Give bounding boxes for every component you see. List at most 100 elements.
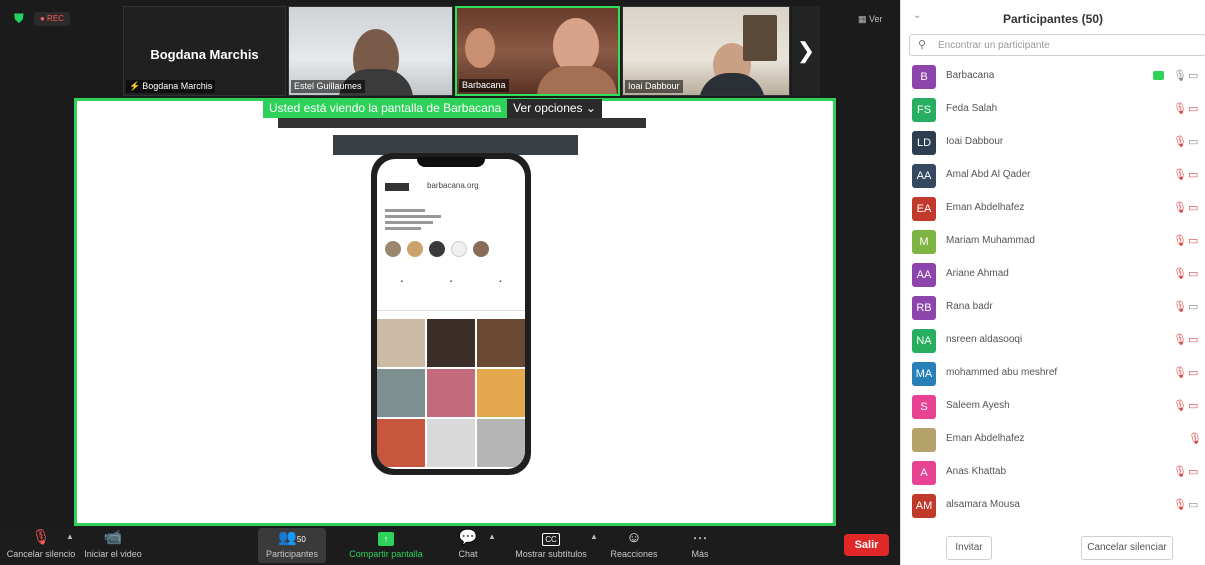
video-tile-bogdana[interactable]: Bogdana Marchis ⚡ Bogdana Marchis <box>123 6 286 96</box>
muted-mic-icon[interactable]: 🎙 <box>1173 201 1187 214</box>
muted-mic-icon: ⚡ <box>129 81 141 91</box>
view-options-button[interactable]: Ver opciones ⌄ <box>507 99 602 118</box>
participant-row[interactable]: B Barbacana 🎙 ▭ <box>901 60 1205 93</box>
tile-label: Ioai Dabbour <box>625 80 683 93</box>
muted-mic-icon[interactable]: 🎙 <box>1173 300 1187 313</box>
recording-badge: ● REC <box>34 12 70 26</box>
participant-name: mohammed abu meshref <box>946 367 1058 378</box>
video-off-icon[interactable]: ▭ <box>1188 333 1198 346</box>
start-video-button[interactable]: 📹 Iniciar el video <box>80 528 146 563</box>
participant-name: Feda Salah <box>946 103 998 114</box>
invite-button[interactable]: Invitar <box>946 536 992 560</box>
banner-strip <box>278 118 646 128</box>
participant-video <box>465 28 495 68</box>
speaker-name: Bogdana Marchis <box>150 47 259 62</box>
post-thumbnail <box>377 319 425 367</box>
share-screen-button[interactable]: ↑ Compartir pantalla <box>340 528 432 563</box>
post-thumbnail <box>427 319 475 367</box>
profile-stats: ▪ ▪ ▪ <box>400 279 502 285</box>
cc-icon: CC <box>506 528 596 548</box>
participant-row[interactable]: AA Ariane Ahmad 🎙 ▭ <box>901 258 1205 291</box>
video-off-icon[interactable]: ▭ <box>1188 267 1198 280</box>
participant-name: Amal Abd Al Qader <box>946 169 1031 180</box>
video-off-icon[interactable]: ▭ <box>1188 399 1198 412</box>
post-thumbnail <box>477 369 525 417</box>
muted-mic-icon[interactable]: 🎙 <box>1173 498 1187 511</box>
participant-row[interactable]: S Saleem Ayesh 🎙 ▭ <box>901 390 1205 423</box>
video-tile-estel[interactable]: Estel Guillaumes <box>288 6 453 96</box>
chevron-up-icon[interactable]: ▲ <box>590 532 598 541</box>
participant-row[interactable]: A Anas Khattab 🎙 ▭ <box>901 456 1205 489</box>
people-icon: 👥50 <box>278 529 306 546</box>
muted-mic-icon[interactable]: 🎙 <box>1173 102 1187 115</box>
muted-mic-icon[interactable]: 🎙 <box>1173 399 1187 412</box>
post-thumbnail <box>377 369 425 417</box>
unmute-all-button[interactable]: Cancelar silenciar <box>1081 536 1173 560</box>
participant-row[interactable]: EA Eman Abdelhafez 🎙 ▭ <box>901 192 1205 225</box>
participant-row[interactable]: MA mohammed abu meshref 🎙 ▭ <box>901 357 1205 390</box>
participant-name: Barbacana <box>946 70 995 81</box>
participant-name: Ioai Dabbour <box>946 136 1004 147</box>
muted-mic-icon[interactable]: 🎙 <box>1173 465 1187 478</box>
story-highlight <box>429 241 445 257</box>
zoom-meeting-window: ⛊ ● REC Bogdana Marchis ⚡ Bogdana Marchis… <box>0 0 1205 565</box>
participant-row[interactable]: RB Rana badr 🎙 ▭ <box>901 291 1205 324</box>
video-off-icon[interactable]: ▭ <box>1188 465 1198 478</box>
video-icon[interactable]: ▭ <box>1188 135 1198 148</box>
chevron-up-icon[interactable]: ▲ <box>488 532 496 541</box>
post-thumbnail <box>477 319 525 367</box>
participant-row[interactable]: M Mariam Muhammad 🎙 ▭ <box>901 225 1205 258</box>
video-off-icon[interactable]: ▭ <box>1188 168 1198 181</box>
muted-mic-icon[interactable]: 🎙 <box>1173 168 1187 181</box>
participant-name: alsamara Mousa <box>946 499 1020 510</box>
participant-row[interactable]: AA Amal Abd Al Qader 🎙 ▭ <box>901 159 1205 192</box>
video-tile-barbacana[interactable]: Barbacana <box>455 6 620 96</box>
video-icon[interactable]: ▭ <box>1188 498 1198 511</box>
participant-row[interactable]: FS Feda Salah 🎙 ▭ <box>901 93 1205 126</box>
story-highlight <box>473 241 489 257</box>
video-off-icon[interactable]: ▭ <box>1188 201 1198 214</box>
chat-button[interactable]: 💬 Chat <box>448 528 488 563</box>
muted-mic-icon[interactable]: 🎙 <box>1173 135 1187 148</box>
bio-line <box>385 221 433 224</box>
participants-button[interactable]: 👥50 Participantes <box>258 528 326 563</box>
muted-mic-icon[interactable]: 🎙 <box>1173 234 1187 247</box>
participant-row[interactable]: Eman Abdelhafez 🎙 <box>901 423 1205 456</box>
shield-icon[interactable]: ⛊ <box>14 12 28 26</box>
avatar: AA <box>912 263 936 287</box>
more-button[interactable]: ··· Más <box>682 528 718 563</box>
participant-search[interactable]: ⚲ Encontrar un participante <box>909 34 1205 56</box>
tile-label: Barbacana <box>459 79 509 92</box>
participant-row[interactable]: LD Ioai Dabbour 🎙 ▭ <box>901 126 1205 159</box>
participant-video <box>743 15 777 61</box>
participant-name: Mariam Muhammad <box>946 235 1035 246</box>
search-input[interactable]: Encontrar un participante <box>938 40 1050 51</box>
reactions-button[interactable]: ☺ Reacciones <box>604 528 664 563</box>
participant-row[interactable]: NA nsreen aldasooqi 🎙 ▭ <box>901 324 1205 357</box>
next-page-arrow-icon[interactable]: ❯ <box>792 6 820 96</box>
muted-mic-icon[interactable]: 🎙 <box>1188 432 1202 445</box>
muted-mic-icon[interactable]: 🎙 <box>1173 267 1187 280</box>
video-tile-ioai[interactable]: Ioai Dabbour <box>622 6 790 96</box>
participant-name: Rana badr <box>946 301 993 312</box>
muted-mic-icon[interactable]: 🎙 <box>1173 366 1187 379</box>
post-grid <box>377 319 525 467</box>
video-off-icon[interactable]: ▭ <box>1188 102 1198 115</box>
leave-button[interactable]: Salir <box>844 534 889 556</box>
participant-row[interactable]: AM alsamara Mousa 🎙 ▭ <box>901 489 1205 522</box>
video-off-icon[interactable]: ▭ <box>1188 366 1198 379</box>
avatar: LD <box>912 131 936 155</box>
participant-name: Ariane Ahmad <box>946 268 1009 279</box>
shared-screen-header <box>333 135 578 155</box>
view-layout-button[interactable]: ▦ Ver <box>858 14 883 25</box>
video-icon[interactable]: ▭ <box>1188 300 1198 313</box>
video-off-icon[interactable]: ▭ <box>1188 234 1198 247</box>
meeting-area: ⛊ ● REC Bogdana Marchis ⚡ Bogdana Marchis… <box>0 0 900 565</box>
chevron-up-icon[interactable]: ▲ <box>66 532 74 541</box>
captions-button[interactable]: CC Mostrar subtítulos <box>506 528 596 563</box>
mic-icon[interactable]: 🎙 <box>1173 69 1187 82</box>
participant-name: Eman Abdelhafez <box>946 433 1025 444</box>
chat-icon: 💬 <box>458 529 478 546</box>
muted-mic-icon[interactable]: 🎙 <box>1173 333 1187 346</box>
video-icon[interactable]: ▭ <box>1188 69 1198 82</box>
